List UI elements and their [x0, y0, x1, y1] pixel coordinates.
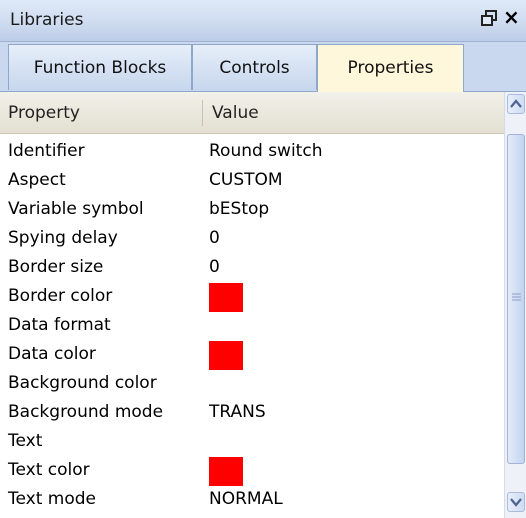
- vertical-scrollbar[interactable]: [504, 92, 526, 518]
- scroll-thumb[interactable]: [507, 134, 525, 464]
- color-swatch[interactable]: [209, 457, 243, 486]
- property-row[interactable]: Text color: [0, 456, 504, 486]
- property-value[interactable]: Round switch: [209, 137, 322, 166]
- scroll-down-button[interactable]: [507, 492, 525, 512]
- panel-titlebar: Libraries ×: [0, 0, 526, 42]
- property-key: Border size: [8, 257, 104, 277]
- property-value[interactable]: NORMAL: [209, 485, 283, 514]
- property-value[interactable]: 0: [209, 224, 220, 253]
- scroll-up-button[interactable]: [507, 94, 525, 114]
- property-row[interactable]: Data format: [0, 311, 504, 340]
- property-row[interactable]: Background mode TRANS: [0, 398, 504, 427]
- property-row[interactable]: Data color: [0, 340, 504, 370]
- properties-header: Property Value: [0, 92, 504, 134]
- property-row[interactable]: Background color: [0, 369, 504, 398]
- property-value[interactable]: TRANS: [209, 398, 266, 427]
- property-key: Background color: [8, 373, 157, 393]
- property-value[interactable]: CUSTOM: [209, 166, 283, 195]
- property-key: Background mode: [8, 402, 164, 422]
- tab-function-blocks[interactable]: Function Blocks: [8, 44, 192, 90]
- column-header-value[interactable]: Value: [212, 92, 259, 134]
- property-key: Text color: [8, 460, 90, 480]
- property-key: Border color: [8, 286, 113, 306]
- property-value[interactable]: bEStop: [209, 195, 269, 224]
- property-row[interactable]: Identifier Round switch: [0, 137, 504, 166]
- property-key: Text: [8, 431, 43, 451]
- property-key: Aspect: [8, 170, 66, 190]
- libraries-panel: Libraries × Function Blocks Controls Pro…: [0, 0, 526, 518]
- property-key: Spying delay: [8, 228, 118, 248]
- column-header-property[interactable]: Property: [8, 92, 80, 134]
- color-swatch[interactable]: [209, 341, 243, 370]
- property-row[interactable]: Text mode NORMAL: [0, 485, 504, 514]
- grip-icon: [512, 293, 521, 301]
- property-row[interactable]: Aspect CUSTOM: [0, 166, 504, 195]
- property-row[interactable]: Spying delay 0: [0, 224, 504, 253]
- property-value[interactable]: 0: [209, 253, 220, 282]
- tab-properties[interactable]: Properties: [317, 44, 464, 92]
- property-key: Identifier: [8, 141, 85, 161]
- property-row[interactable]: Variable symbol bEStop: [0, 195, 504, 224]
- property-row[interactable]: Border color: [0, 282, 504, 312]
- property-key: Data color: [8, 344, 96, 364]
- column-separator[interactable]: [202, 100, 203, 126]
- property-row[interactable]: Border size 0: [0, 253, 504, 282]
- property-row[interactable]: Text: [0, 427, 504, 456]
- window-float-icon[interactable]: [480, 9, 498, 27]
- close-icon[interactable]: ×: [503, 6, 520, 28]
- property-key: Variable symbol: [8, 199, 144, 219]
- scroll-up-arrow-icon: [510, 99, 522, 108]
- tab-strip: Function Blocks Controls Properties: [0, 42, 526, 92]
- tab-controls[interactable]: Controls: [192, 44, 317, 90]
- color-swatch[interactable]: [209, 283, 243, 312]
- property-key: Text mode: [8, 489, 96, 509]
- scroll-down-arrow-icon: [510, 498, 522, 507]
- panel-title: Libraries: [10, 10, 84, 30]
- property-key: Data format: [8, 315, 111, 335]
